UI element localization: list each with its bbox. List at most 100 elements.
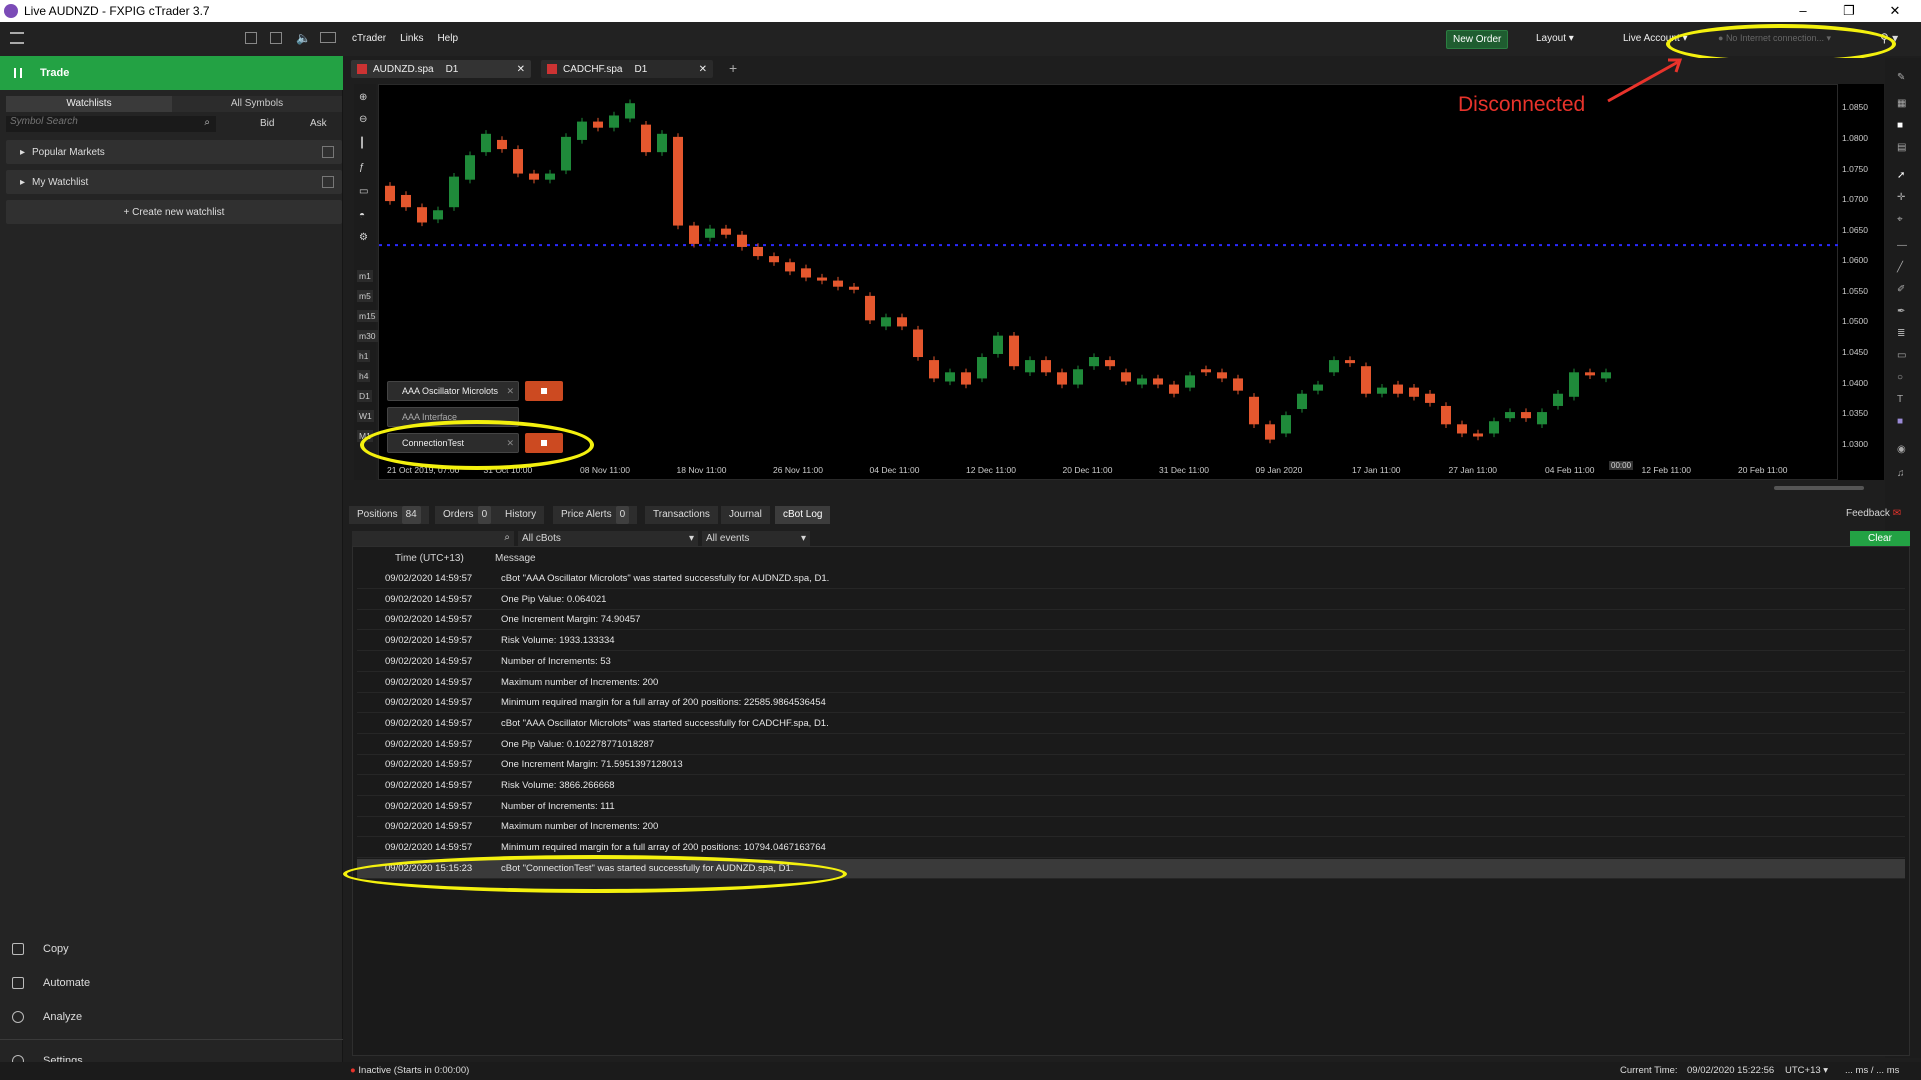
timeframe-m15[interactable]: m15 [357, 310, 378, 322]
zoom-in-icon[interactable]: ⊕ [359, 92, 367, 103]
candle[interactable] [1249, 396, 1259, 425]
cursor-icon[interactable]: ➚ [1897, 170, 1905, 181]
timeframe-m1[interactable]: m1 [357, 270, 373, 282]
scroll-thumb[interactable] [1774, 486, 1864, 490]
tab-all-symbols[interactable]: All Symbols [172, 96, 342, 112]
candle[interactable] [1185, 375, 1195, 388]
log-row[interactable]: 09/02/2020 14:59:57 Minimum required marg… [357, 693, 1905, 714]
candle[interactable] [705, 228, 715, 238]
candle[interactable] [449, 176, 459, 208]
candle[interactable] [385, 185, 395, 202]
layout-icon[interactable] [320, 32, 336, 43]
candle[interactable] [1105, 360, 1115, 367]
candle[interactable] [1601, 372, 1611, 379]
candle[interactable] [673, 136, 683, 226]
anchor-icon[interactable]: ⌖ [1897, 214, 1903, 225]
nav-automate[interactable]: Automate [0, 966, 343, 1000]
candle[interactable] [1569, 372, 1579, 397]
tab-watchlists[interactable]: Watchlists [6, 96, 172, 112]
cbot-icon[interactable]: ▭ [359, 186, 368, 197]
candle[interactable] [945, 372, 955, 382]
candle[interactable] [401, 194, 411, 208]
color-icon[interactable]: ■ [1897, 416, 1903, 427]
minimize-button[interactable]: – [1780, 0, 1826, 22]
nav-analyze[interactable]: Analyze [0, 1000, 343, 1034]
candle[interactable] [513, 149, 523, 174]
tab-timeframe[interactable]: D1 [446, 64, 459, 75]
event-filter-select[interactable]: All events ▾ [702, 531, 810, 546]
close-icon[interactable]: ✕ [517, 64, 525, 75]
tab-orders[interactable]: Orders 0 [435, 506, 500, 524]
hamburger-icon[interactable] [10, 32, 24, 44]
candle[interactable] [1505, 412, 1515, 419]
screenshot-icon[interactable] [245, 32, 257, 44]
close-icon[interactable]: ✕ [506, 386, 514, 397]
candle[interactable] [1153, 378, 1163, 385]
sound-icon[interactable]: 🔈 [296, 31, 311, 45]
clear-button[interactable]: Clear [1850, 531, 1910, 547]
candle[interactable] [1121, 372, 1131, 382]
status-indicator[interactable]: ● Inactive (Starts in 0:00:00) [350, 1065, 469, 1076]
split-view-icon[interactable]: ▤ [1897, 142, 1906, 153]
price-chart[interactable]: AAA Oscillator Microlots ✕ AAA Interface … [378, 84, 1839, 481]
chart-type-icon[interactable]: ┃ [359, 138, 365, 149]
tab-history[interactable]: History [497, 506, 545, 524]
symbol-search-field[interactable]: ⌕ [6, 116, 216, 132]
candle[interactable] [769, 256, 779, 263]
candlestick-plot[interactable] [379, 85, 1839, 481]
candle[interactable] [1329, 360, 1339, 373]
tab-positions[interactable]: Positions 84 [349, 506, 429, 524]
log-row[interactable]: 09/02/2020 14:59:57 Number of Increments:… [357, 652, 1905, 672]
timeframe-m30[interactable]: m30 [357, 330, 378, 342]
timeframe-h1[interactable]: h1 [357, 350, 371, 362]
candle[interactable] [1041, 360, 1051, 373]
line-icon[interactable]: — [1897, 240, 1907, 251]
candle[interactable] [993, 335, 1003, 354]
bell-icon[interactable]: ♫ [1897, 468, 1905, 479]
candle[interactable] [1473, 433, 1483, 437]
candle[interactable] [1073, 369, 1083, 385]
candle[interactable] [1409, 387, 1419, 397]
log-row[interactable]: 09/02/2020 14:59:57 Number of Increments:… [357, 797, 1905, 817]
candle[interactable] [545, 173, 555, 180]
log-row[interactable]: 09/02/2020 14:59:57 Risk Volume: 1933.133… [357, 631, 1905, 652]
log-row[interactable]: 09/02/2020 14:59:57 Maximum number of Inc… [357, 817, 1905, 838]
log-row[interactable]: 09/02/2020 14:59:57 cBot "AAA Oscillator … [357, 569, 1905, 589]
candle[interactable] [609, 115, 619, 128]
candle[interactable] [1057, 372, 1067, 385]
menu-ctrader[interactable]: cTrader [352, 33, 386, 44]
crosshair-icon[interactable]: ✛ [1897, 192, 1905, 203]
candle[interactable] [529, 173, 539, 180]
rectangle-icon[interactable]: ▭ [1897, 350, 1906, 361]
new-order-button[interactable]: New Order [1446, 30, 1509, 49]
trade-header[interactable]: Trade [0, 56, 343, 90]
candle[interactable] [737, 234, 747, 247]
candle[interactable] [1489, 421, 1499, 434]
candle[interactable] [1441, 405, 1451, 425]
candle[interactable] [1025, 360, 1035, 373]
feedback-button[interactable]: Feedback ✉ [1846, 508, 1901, 519]
popout-icon[interactable] [322, 146, 334, 158]
symbol-search-input[interactable] [6, 116, 196, 127]
single-view-icon[interactable]: ■ [1897, 120, 1903, 131]
candle[interactable] [497, 139, 507, 150]
candle[interactable] [465, 155, 475, 180]
candle[interactable] [1217, 372, 1227, 379]
candle[interactable] [801, 268, 811, 278]
candle[interactable] [641, 124, 651, 153]
timeframe-m5[interactable]: m5 [357, 290, 373, 302]
marker-icon[interactable]: ✒ [1897, 306, 1905, 317]
timeframe-h4[interactable]: h4 [357, 370, 371, 382]
candle[interactable] [1169, 384, 1179, 394]
group-popular-markets[interactable]: ▸ Popular Markets [6, 140, 342, 164]
settings-icon[interactable]: ⚙ [359, 232, 368, 243]
candle[interactable] [897, 317, 907, 327]
zoom-out-icon[interactable]: ⊖ [359, 114, 367, 125]
candle[interactable] [1361, 366, 1371, 394]
create-watchlist-button[interactable]: + Create new watchlist [6, 200, 342, 224]
fibonacci-icon[interactable]: ≣ [1897, 328, 1905, 339]
group-my-watchlist[interactable]: ▸ My Watchlist [6, 170, 342, 194]
candle[interactable] [1425, 393, 1435, 403]
candle[interactable] [929, 360, 939, 379]
restore-button[interactable]: ❐ [1826, 0, 1872, 22]
